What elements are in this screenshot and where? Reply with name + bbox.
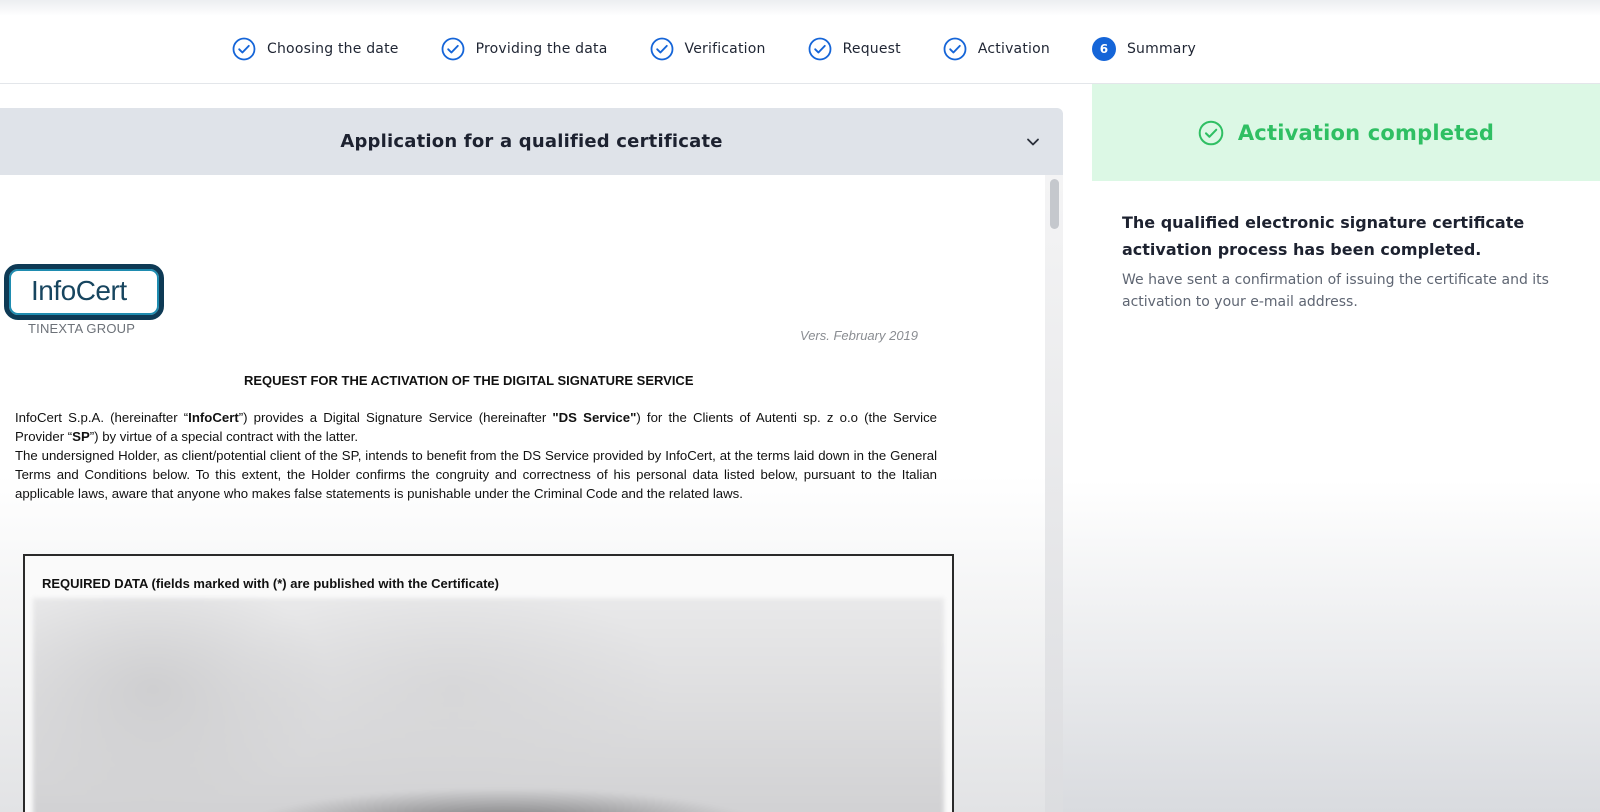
document-paragraph: InfoCert S.p.A. (hereinafter “InfoCert”)… bbox=[15, 410, 938, 444]
infocert-logo: InfoCert TINEXTA GROUP bbox=[4, 264, 166, 336]
topbar-shade bbox=[0, 0, 1600, 16]
blurred-personal-data bbox=[33, 598, 944, 812]
document-scrollbar[interactable] bbox=[1045, 175, 1063, 812]
document-heading: REQUEST FOR THE ACTIVATION OF THE DIGITA… bbox=[244, 373, 694, 388]
stepper: Choosing the date Providing the data Ver… bbox=[232, 35, 1196, 63]
scrollbar-thumb[interactable] bbox=[1050, 179, 1059, 229]
document-viewer[interactable]: InfoCert TINEXTA GROUP Vers. February 20… bbox=[0, 175, 1063, 812]
document-paragraph: The undersigned Holder, as client/potent… bbox=[15, 448, 937, 501]
status-title: Activation completed bbox=[1237, 120, 1495, 145]
status-body: The qualified electronic signature certi… bbox=[1092, 181, 1600, 369]
step-label: Summary bbox=[1126, 41, 1197, 57]
step-number-badge: 6 bbox=[1091, 37, 1116, 61]
step-label: Providing the data bbox=[475, 41, 608, 57]
required-data-title: REQUIRED DATA (fields marked with (*) ar… bbox=[42, 576, 499, 591]
step-label: Activation bbox=[977, 41, 1050, 57]
check-circle-icon bbox=[441, 37, 465, 61]
step-activation[interactable]: Activation bbox=[943, 37, 1050, 61]
document-panel: Application for a qualified certificate … bbox=[0, 108, 1063, 812]
chevron-down-icon[interactable] bbox=[1025, 134, 1041, 150]
step-request[interactable]: Request bbox=[808, 37, 901, 61]
step-providing-the-data[interactable]: Providing the data bbox=[441, 37, 608, 61]
step-summary[interactable]: 6 Summary bbox=[1091, 37, 1197, 61]
check-circle-icon bbox=[232, 37, 256, 61]
document-version: Vers. February 2019 bbox=[800, 328, 919, 343]
step-label: Request bbox=[842, 41, 901, 57]
logo-frame: InfoCert bbox=[4, 264, 164, 320]
check-circle-icon bbox=[808, 37, 832, 61]
progress-stepper-bar: Choosing the date Providing the data Ver… bbox=[0, 0, 1600, 84]
step-verification[interactable]: Verification bbox=[650, 37, 766, 61]
document-accordion-header[interactable]: Application for a qualified certificate bbox=[0, 108, 1063, 175]
status-panel: Activation completed The qualified elect… bbox=[1092, 84, 1600, 812]
check-circle-icon bbox=[1198, 120, 1224, 146]
document-title: Application for a qualified certificate bbox=[340, 131, 723, 152]
status-note: We have sent a confirmation of issuing t… bbox=[1122, 272, 1549, 310]
document-body: InfoCert S.p.A. (hereinafter “InfoCert”)… bbox=[15, 408, 937, 503]
step-label: Choosing the date bbox=[267, 41, 399, 57]
status-header: Activation completed bbox=[1092, 84, 1600, 181]
required-data-box: REQUIRED DATA (fields marked with (*) ar… bbox=[23, 554, 954, 812]
step-label: Verification bbox=[684, 41, 766, 57]
status-message: The qualified electronic signature certi… bbox=[1122, 213, 1525, 259]
step-choosing-the-date[interactable]: Choosing the date bbox=[232, 37, 399, 61]
check-circle-icon bbox=[650, 37, 674, 61]
step-number: 6 bbox=[1091, 37, 1116, 61]
logo-wordmark: InfoCert bbox=[31, 275, 127, 306]
check-circle-icon bbox=[943, 37, 967, 61]
logo-subtitle: TINEXTA GROUP bbox=[28, 321, 136, 336]
